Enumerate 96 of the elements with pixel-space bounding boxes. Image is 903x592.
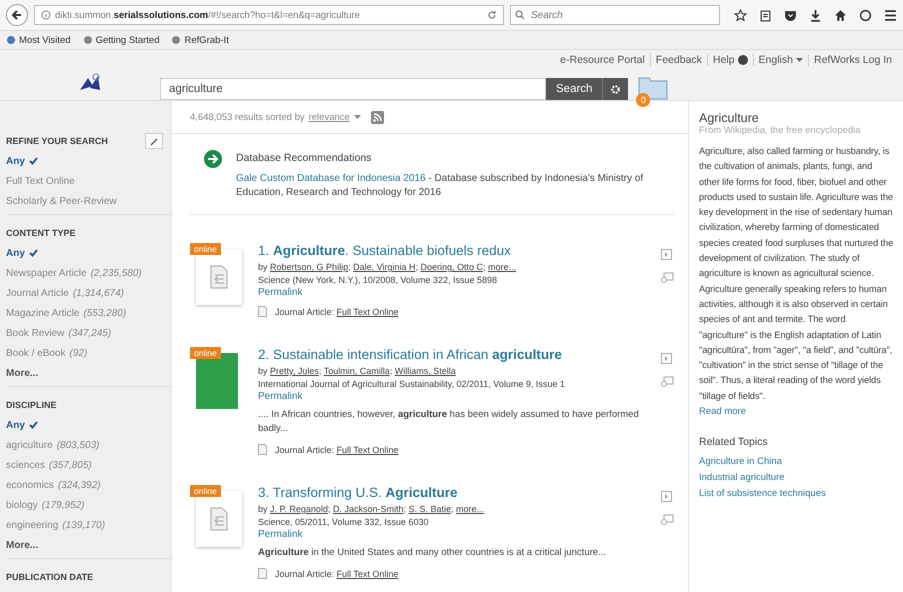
online-badge: online: [190, 243, 221, 255]
search-button[interactable]: Search: [546, 78, 602, 100]
topic-title: Agriculture: [699, 111, 760, 125]
database-link[interactable]: Gale Custom Database for Indonesia 2016: [236, 173, 426, 184]
read-more-link[interactable]: Read more: [699, 404, 895, 420]
reload-icon[interactable]: [487, 10, 497, 20]
info-icon: [41, 10, 51, 20]
permalink[interactable]: Permalink: [258, 287, 647, 298]
facet-item[interactable]: Any: [6, 243, 171, 263]
recommendation-text: Gale Custom Database for Indonesia 2016 - Database subscribed by Indonesia's Ministry of Education, Research and Technology for 2016: [236, 172, 644, 200]
result-snippet: .... In African countries, however, agriculture has been widely assumed to have performed badly...: [258, 408, 640, 436]
author-link[interactable]: Toulmin, Camilla: [324, 366, 390, 376]
full-text-link[interactable]: Full Text Online: [336, 444, 398, 454]
header-link[interactable]: Help: [706, 54, 753, 66]
result-title[interactable]: 2. Sustainable intensification in African agriculture: [258, 347, 647, 362]
edit-button[interactable]: [145, 133, 163, 149]
format-text: Journal Article: Full Text Online: [275, 444, 398, 454]
author-link[interactable]: D. Jackson-Smith: [332, 504, 404, 514]
format-text: Journal Article: Full Text Online: [275, 568, 398, 578]
settings-button[interactable]: [602, 78, 628, 100]
check-icon: [28, 421, 38, 429]
clipboard-icon[interactable]: [759, 8, 772, 22]
download-icon[interactable]: [809, 8, 822, 22]
results-count: 4,648,053 results sorted by: [190, 112, 305, 122]
help-icon: [738, 55, 748, 65]
recommendation-title: Database Recommendations: [236, 152, 372, 164]
author-link[interactable]: J. P. Reganold: [270, 504, 328, 514]
document-icon: [258, 568, 267, 579]
result-source: Science (New York, N.Y.), 10/2008, Volume 322, Issue 5898: [258, 274, 498, 287]
back-arrow-icon: [11, 9, 23, 21]
permalink[interactable]: Permalink: [258, 529, 647, 540]
result-authors: by Pretty, Jules; Toulmin, Camilla; Williams, Stella: [258, 365, 457, 378]
topic-source: From Wikipedia, the free encyclopedia: [699, 125, 862, 136]
address-bar[interactable]: dikti.summon.serialssolutions.com/#!/search?ho=t&l=en&q=agriculture: [34, 5, 504, 25]
document-icon: [258, 306, 267, 317]
related-topic-link[interactable]: Agriculture in China: [699, 454, 895, 470]
result-title[interactable]: 1. Agriculture. Sustainable biofuels redux: [258, 243, 647, 258]
author-link[interactable]: S. S. Batie: [408, 504, 452, 514]
star-icon[interactable]: [734, 8, 747, 22]
format-text: Journal Article: Full Text Online: [275, 306, 398, 316]
result-authors: by Robertson, G Philip; Dale, Virginia H; Doering, Otto C; more...: [258, 261, 518, 274]
search-field[interactable]: agriculture: [160, 78, 546, 100]
document-icon: [258, 444, 267, 455]
header-link[interactable]: English: [752, 54, 808, 66]
pencil-icon: [150, 136, 158, 146]
online-badge: online: [190, 347, 221, 359]
full-text-link[interactable]: Full Text Online: [336, 568, 398, 578]
facet-item[interactable]: Any: [6, 151, 171, 171]
caret-icon: [796, 58, 803, 62]
menu-icon[interactable]: [884, 8, 897, 22]
facet-title: PUBLICATION DATE: [6, 572, 94, 582]
result-title[interactable]: 3. Transforming U.S. Agriculture: [258, 485, 647, 500]
bookmark-item[interactable]: Most Visited: [6, 34, 71, 46]
caret-icon: [354, 114, 361, 120]
result-source: International Journal of Agricultural Sustainability, 02/2011, Volume 9, Issue 1: [258, 378, 566, 391]
pocket-icon[interactable]: [784, 8, 797, 22]
home-icon[interactable]: [834, 8, 847, 22]
result-snippet: Agriculture in the United States and many other countries is at a critical juncture...: [258, 546, 607, 560]
related-topic-link[interactable]: Industrial agriculture: [699, 470, 895, 486]
facet-title: DISCIPLINE: [6, 400, 57, 410]
author-link[interactable]: more...: [456, 504, 484, 514]
full-text-link[interactable]: Full Text Online: [336, 306, 398, 316]
header-link[interactable]: Feedback: [650, 54, 707, 66]
more-link[interactable]: More...: [6, 363, 171, 383]
check-icon: [28, 157, 38, 165]
author-link[interactable]: Pretty, Jules: [270, 366, 319, 376]
more-link[interactable]: More...: [6, 535, 171, 555]
facet-item[interactable]: Any: [6, 415, 171, 435]
facet-title: CONTENT TYPE: [6, 228, 76, 238]
facet-title: REFINE YOUR SEARCH: [6, 136, 108, 146]
author-link[interactable]: Williams, Stella: [394, 366, 456, 376]
author-link[interactable]: Dale, Virginia H: [353, 262, 416, 272]
online-badge: online: [190, 485, 221, 497]
bookmark-item[interactable]: Getting Started: [82, 34, 160, 46]
rss-icon[interactable]: [370, 110, 384, 124]
author-link[interactable]: Doering, Otto C: [420, 262, 484, 272]
back-button[interactable]: [6, 4, 28, 26]
author-link[interactable]: more...: [488, 262, 516, 272]
gear-icon: [610, 84, 622, 94]
folder-count: 0: [636, 93, 650, 107]
browser-search-field[interactable]: Search: [510, 5, 720, 26]
logo-icon: [78, 72, 102, 92]
arrow-circle-icon: [204, 150, 222, 168]
permalink[interactable]: Permalink: [258, 391, 647, 402]
author-link[interactable]: Robertson, G Philip: [270, 262, 348, 272]
related-topic-link[interactable]: List of subsistence techniques: [699, 486, 895, 502]
sort-dropdown[interactable]: relevance: [308, 112, 350, 122]
result-source: Science, 05/2011, Volume 332, Issue 6030: [258, 516, 430, 529]
check-icon: [28, 249, 38, 257]
related-topics-title: Related Topics: [699, 436, 769, 448]
header-link[interactable]: e-Resource Portal: [555, 54, 650, 66]
chat-icon[interactable]: [859, 8, 872, 22]
topic-description: Agriculture, also called farming or husbandry, is the cultivation of animals, plants, fungi, and other life forms for food, fiber, biofuel and other products used to sustain life. Agriculture was the key development in the rise of sedentary human civilization, whereby farming of domesticated species created food surpluses that nurtured the development of civilization. The study of agriculture is known as agricultural science. Agriculture generally speaking refers to human activities, although it is also observed in certain species of ant and termite. The word "agriculture" is the English adaptation of Latin "agricultūra", from "ager", "a field", and "cultūra", "cultivation" in the strict sense of "tillage of the soil". Thus, a literal reading of the word yields "tillage of fields".: [699, 145, 894, 403]
header-link[interactable]: RefWorks Log In: [808, 54, 897, 66]
result-authors: by J. P. Reganold; D. Jackson-Smith; S. S. Batie; more...: [258, 503, 486, 516]
bookmark-item[interactable]: RefGrab-It: [171, 34, 229, 46]
